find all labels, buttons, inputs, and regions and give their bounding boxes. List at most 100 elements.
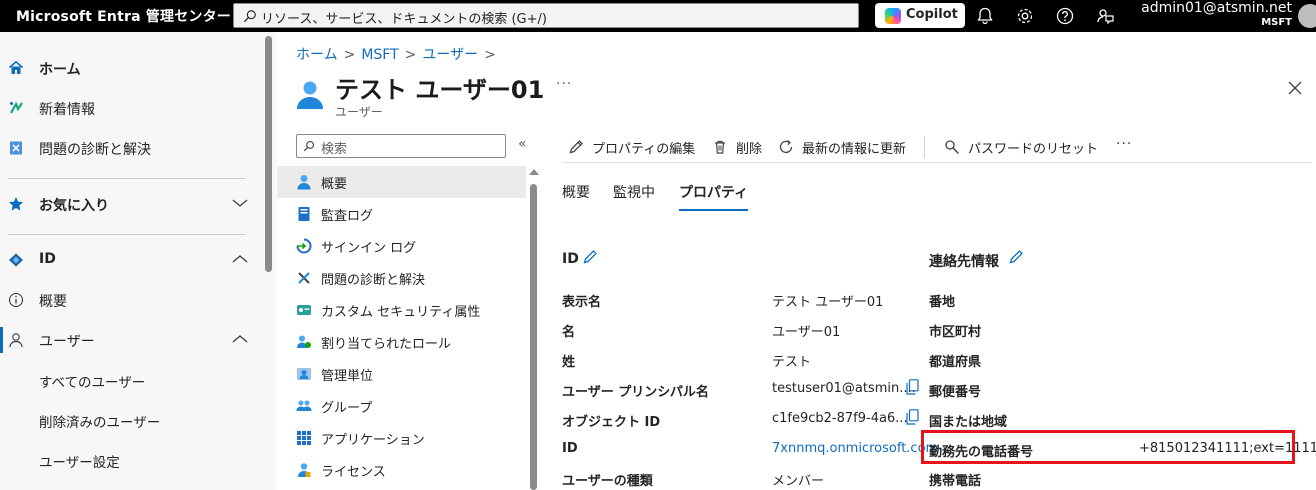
- nav-item-users[interactable]: ユーザー: [0, 320, 262, 360]
- page-more-button[interactable]: ···: [556, 76, 572, 92]
- nav-item-label: 概要: [39, 294, 67, 310]
- license-icon: [298, 463, 311, 477]
- nav-subitem-deleted-users[interactable]: 削除済みのユーザー: [0, 400, 262, 440]
- delete-label: 削除: [736, 142, 763, 157]
- prop-value-given-name: ユーザー01: [772, 325, 841, 340]
- highlight-box: [921, 430, 1295, 464]
- nav-item-label: お気に入り: [39, 198, 109, 214]
- menu-item-licenses[interactable]: ライセンス: [277, 454, 526, 486]
- edit-contact-pencil-icon[interactable]: [1008, 249, 1024, 265]
- menu-item-label: 管理単位: [321, 369, 374, 384]
- edit-properties-button[interactable]: プロパティの編集: [568, 136, 708, 158]
- menu-item-audit-log[interactable]: 監査ログ: [277, 198, 526, 230]
- trash-icon: [715, 140, 725, 154]
- prop-label-city: 市区町村: [929, 325, 982, 340]
- nav-subitem-user-settings[interactable]: ユーザー設定: [0, 440, 262, 480]
- applications-icon: [297, 431, 311, 445]
- menu-item-label: 監査ログ: [321, 209, 374, 224]
- avatar[interactable]: [1298, 4, 1316, 28]
- chevron-up-icon[interactable]: [232, 334, 248, 344]
- app-title[interactable]: Microsoft Entra 管理センター: [16, 6, 231, 26]
- page-subtitle: ユーザー: [335, 105, 383, 119]
- prop-label-upn: ユーザー プリンシパル名: [562, 385, 709, 400]
- prop-label-display-name: 表示名: [562, 295, 602, 310]
- menu-item-diagnose[interactable]: 問題の診断と解決: [277, 262, 526, 294]
- diagnose-icon: [10, 141, 22, 155]
- prop-value-display-name: テスト ユーザー01: [772, 295, 884, 310]
- menu-item-assigned-roles[interactable]: 割り当てられたロール: [277, 326, 526, 358]
- menu-item-label: ライセンス: [321, 465, 386, 480]
- contact-section-title: 連絡先情報: [929, 254, 999, 270]
- delete-button[interactable]: 削除: [712, 136, 772, 158]
- chevron-up-icon[interactable]: [232, 254, 248, 264]
- prop-label-mobile-phone: 携帯電話: [929, 474, 982, 489]
- bell-icon[interactable]: [974, 5, 996, 27]
- menu-item-label: アプリケーション: [321, 433, 425, 448]
- active-tab-indicator: [679, 209, 748, 211]
- nav-item-favorites[interactable]: お気に入り: [0, 184, 262, 224]
- chevron-down-icon[interactable]: [232, 198, 248, 208]
- scrollbar-thumb[interactable]: [265, 36, 272, 272]
- copy-upn-icon[interactable]: [906, 379, 919, 395]
- nav-item-label: ID: [39, 251, 56, 267]
- reset-password-button[interactable]: パスワードのリセット: [944, 136, 1104, 158]
- custom-attribute-icon: [297, 305, 311, 315]
- identity-section-title: ID: [562, 251, 579, 267]
- prop-label-surname: 姓: [562, 355, 576, 370]
- menu-item-custom-attributes[interactable]: カスタム セキュリティ属性: [277, 294, 526, 326]
- menu-item-groups[interactable]: グループ: [277, 390, 526, 422]
- refresh-icon: [779, 139, 793, 153]
- tab-overview[interactable]: 概要: [562, 182, 590, 202]
- command-divider: [924, 136, 925, 158]
- tab-properties[interactable]: プロパティ: [679, 182, 748, 202]
- close-icon[interactable]: [1287, 80, 1303, 96]
- copy-object-id-icon[interactable]: [906, 409, 919, 425]
- nav-subitem-all-users[interactable]: すべてのユーザー: [0, 360, 262, 400]
- star-icon: [8, 197, 24, 211]
- scroll-up-arrow[interactable]: [529, 169, 539, 175]
- breadcrumb-home[interactable]: ホーム: [296, 47, 338, 63]
- prop-value-surname: テスト: [772, 355, 812, 370]
- menu-item-admin-units[interactable]: 管理単位: [277, 358, 526, 390]
- scrollbar-thumb[interactable]: [530, 184, 537, 490]
- menu-scrollbar[interactable]: [528, 166, 540, 490]
- admin-unit-icon: [297, 368, 311, 380]
- prop-label-street: 番地: [929, 295, 956, 310]
- breadcrumb-tenant[interactable]: MSFT: [361, 47, 398, 63]
- account-name[interactable]: admin01@atsmin.net: [1141, 0, 1292, 16]
- top-bar: Microsoft Entra 管理センター リソース、サービス、ドキュメントの…: [0, 0, 1316, 32]
- reset-password-label: パスワードのリセット: [968, 142, 1099, 157]
- nav-item-identity[interactable]: ID: [0, 240, 262, 280]
- nav-item-whats-new[interactable]: 新着情報: [0, 88, 262, 128]
- help-icon[interactable]: [1054, 5, 1076, 27]
- prop-label-object-id: オブジェクト ID: [562, 415, 661, 430]
- nav-item-label: 新着情報: [39, 102, 95, 118]
- breadcrumb-users[interactable]: ユーザー: [422, 47, 478, 63]
- gear-icon[interactable]: [1014, 5, 1036, 27]
- sign-in-log-icon: [296, 238, 312, 254]
- resource-menu-search-input[interactable]: 検索: [296, 134, 506, 158]
- copilot-button[interactable]: Copilot: [875, 3, 965, 28]
- collapse-menu-button[interactable]: «: [518, 136, 527, 152]
- global-search-input[interactable]: リソース、サービス、ドキュメントの検索 (G+/): [233, 3, 859, 28]
- copilot-icon: [885, 8, 901, 24]
- prop-value-upn: testuser01@atsmin....: [772, 381, 916, 396]
- menu-item-applications[interactable]: アプリケーション: [277, 422, 526, 454]
- nav-subitem-label: すべてのユーザー: [39, 375, 146, 391]
- nav-item-home[interactable]: ホーム: [0, 48, 262, 88]
- more-commands-button[interactable]: ···: [1116, 136, 1132, 152]
- prop-label-postal-code: 郵便番号: [929, 385, 982, 400]
- nav-scrollbar[interactable]: [262, 32, 276, 490]
- menu-item-sign-in-log[interactable]: サインイン ログ: [277, 230, 526, 262]
- refresh-button[interactable]: 最新の情報に更新: [778, 136, 918, 158]
- nav-divider: [8, 234, 245, 235]
- nav-item-overview[interactable]: 概要: [0, 280, 262, 320]
- key-search-icon: [945, 140, 959, 154]
- tab-monitoring[interactable]: 監視中: [613, 182, 655, 202]
- menu-item-overview[interactable]: 概要: [277, 166, 526, 198]
- feedback-icon[interactable]: [1094, 5, 1116, 27]
- edit-identity-pencil-icon[interactable]: [582, 249, 598, 265]
- menu-item-label: 概要: [321, 177, 348, 192]
- nav-item-diagnose[interactable]: 問題の診断と解決: [0, 128, 262, 168]
- prop-value-identities-link[interactable]: 7xnnmq.onmicrosoft.com: [772, 441, 938, 456]
